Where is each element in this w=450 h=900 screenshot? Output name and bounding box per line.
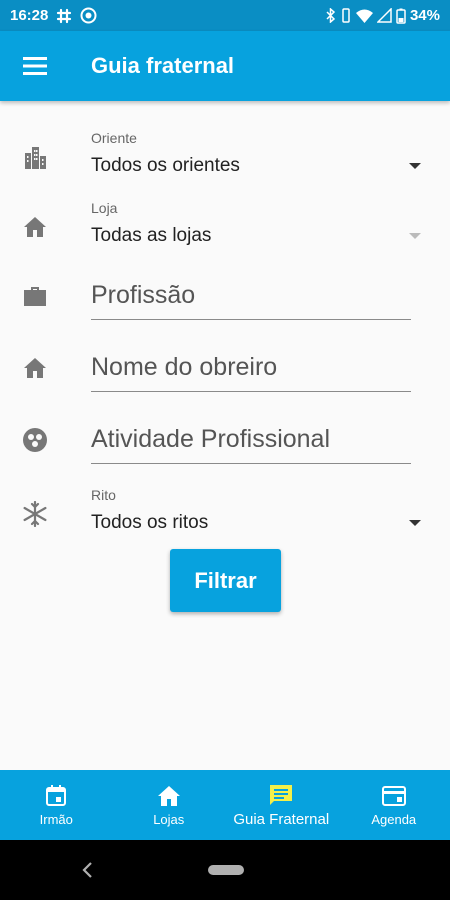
message-icon	[268, 782, 294, 808]
nav-label-guia-fraternal: Guia Fraternal	[233, 811, 330, 828]
loja-label: Loja	[91, 200, 118, 216]
calendar-icon	[43, 783, 69, 809]
no-disturb-icon	[80, 7, 97, 24]
hamburger-menu-icon	[23, 57, 47, 75]
battery-icon	[396, 8, 406, 24]
city-icon	[22, 144, 48, 170]
back-icon[interactable]	[80, 860, 94, 885]
profissao-input[interactable]	[91, 272, 411, 320]
oriente-label: Oriente	[91, 130, 137, 146]
card-icon	[381, 783, 407, 809]
atividade-row	[0, 411, 450, 473]
oriente-select[interactable]: Oriente Todos os orientes	[0, 127, 450, 187]
wifi-icon	[355, 9, 373, 23]
nav-item-guia-fraternal[interactable]: Guia Fraternal	[225, 770, 338, 840]
home-pill-icon[interactable]	[208, 865, 244, 875]
bluetooth-icon	[326, 8, 336, 23]
snowflake-icon	[22, 501, 48, 527]
status-time: 16:28	[10, 7, 49, 24]
status-bar: 16:28 34%	[0, 0, 450, 31]
nav-label-lojas: Lojas	[153, 812, 185, 827]
loja-select[interactable]: Loja Todas as lojas	[0, 197, 450, 257]
atividade-input[interactable]	[91, 416, 411, 464]
home-icon	[22, 355, 48, 381]
nav-label-agenda: Agenda	[371, 812, 417, 827]
nav-item-agenda[interactable]: Agenda	[338, 770, 450, 840]
loja-value: Todas as lojas	[91, 225, 212, 246]
oriente-value: Todos os orientes	[91, 155, 240, 176]
page-title: Guia fraternal	[91, 53, 235, 78]
system-nav-bar	[0, 840, 450, 900]
vibrate-icon	[340, 8, 352, 23]
app-bar: Guia fraternal	[0, 31, 450, 101]
menu-button[interactable]	[0, 31, 70, 101]
nome-obreiro-input[interactable]	[91, 344, 411, 392]
oriente-dropdown-arrow-icon	[409, 163, 421, 169]
nav-item-irmao[interactable]: Irmão	[0, 770, 113, 840]
group-work-icon	[22, 427, 48, 453]
rito-dropdown-arrow-icon	[409, 520, 421, 526]
home-icon	[156, 783, 182, 809]
nav-label-irmao: Irmão	[39, 812, 73, 827]
loja-dropdown-arrow-icon	[409, 233, 421, 239]
profissao-row	[0, 267, 450, 329]
nome-obreiro-row	[0, 339, 450, 401]
battery-percent: 34%	[409, 7, 440, 24]
rito-select[interactable]: Rito Todos os ritos	[0, 484, 450, 544]
slack-icon	[56, 8, 72, 24]
briefcase-icon	[22, 283, 48, 309]
filtrar-button[interactable]: Filtrar	[170, 549, 281, 612]
bottom-nav: Irmão Lojas Guia Fraternal Agenda	[0, 770, 450, 840]
nav-item-lojas[interactable]: Lojas	[113, 770, 226, 840]
signal-icon	[376, 8, 392, 23]
rito-value: Todos os ritos	[91, 512, 209, 533]
rito-label: Rito	[91, 487, 116, 503]
home-icon	[22, 214, 48, 240]
